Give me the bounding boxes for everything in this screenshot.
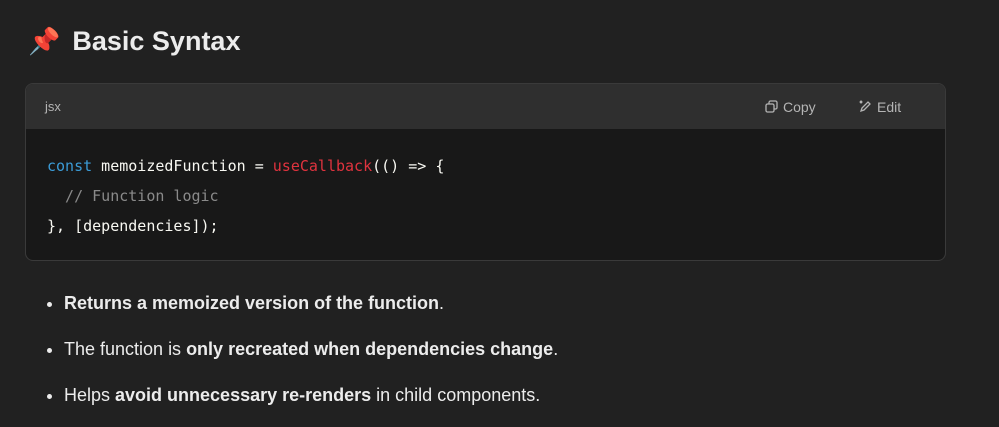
- code-function: useCallback: [272, 157, 373, 175]
- copy-label: Copy: [783, 98, 816, 115]
- bullet-list: Returns a memoized version of the functi…: [36, 278, 558, 416]
- copy-button[interactable]: Copy: [765, 99, 816, 115]
- code-block: jsx Copy Edit const memoizedFunction = u…: [25, 83, 946, 261]
- code-text: (() => {: [372, 157, 445, 175]
- code-block-header: jsx Copy Edit: [26, 84, 945, 129]
- pencil-icon: [859, 100, 871, 113]
- edit-label: Edit: [877, 98, 902, 115]
- code-text: }, [dependencies]);: [47, 217, 219, 235]
- code-keyword: const: [47, 157, 93, 175]
- edit-button[interactable]: Edit: [859, 99, 901, 115]
- list-item: Returns a memoized version of the functi…: [64, 278, 558, 324]
- code-language: jsx: [45, 99, 61, 114]
- list-item: Helps avoid unnecessary re-renders in ch…: [64, 370, 558, 416]
- code-content: const memoizedFunction = useCallback(() …: [26, 129, 945, 260]
- copy-icon: [765, 100, 778, 113]
- section-heading: 📌 Basic Syntax: [28, 26, 240, 57]
- code-text: memoizedFunction =: [92, 157, 273, 175]
- heading-title: Basic Syntax: [72, 26, 241, 56]
- pushpin-icon: 📌: [28, 26, 61, 56]
- code-comment: // Function logic: [47, 187, 219, 205]
- list-item: The function is only recreated when depe…: [64, 324, 558, 370]
